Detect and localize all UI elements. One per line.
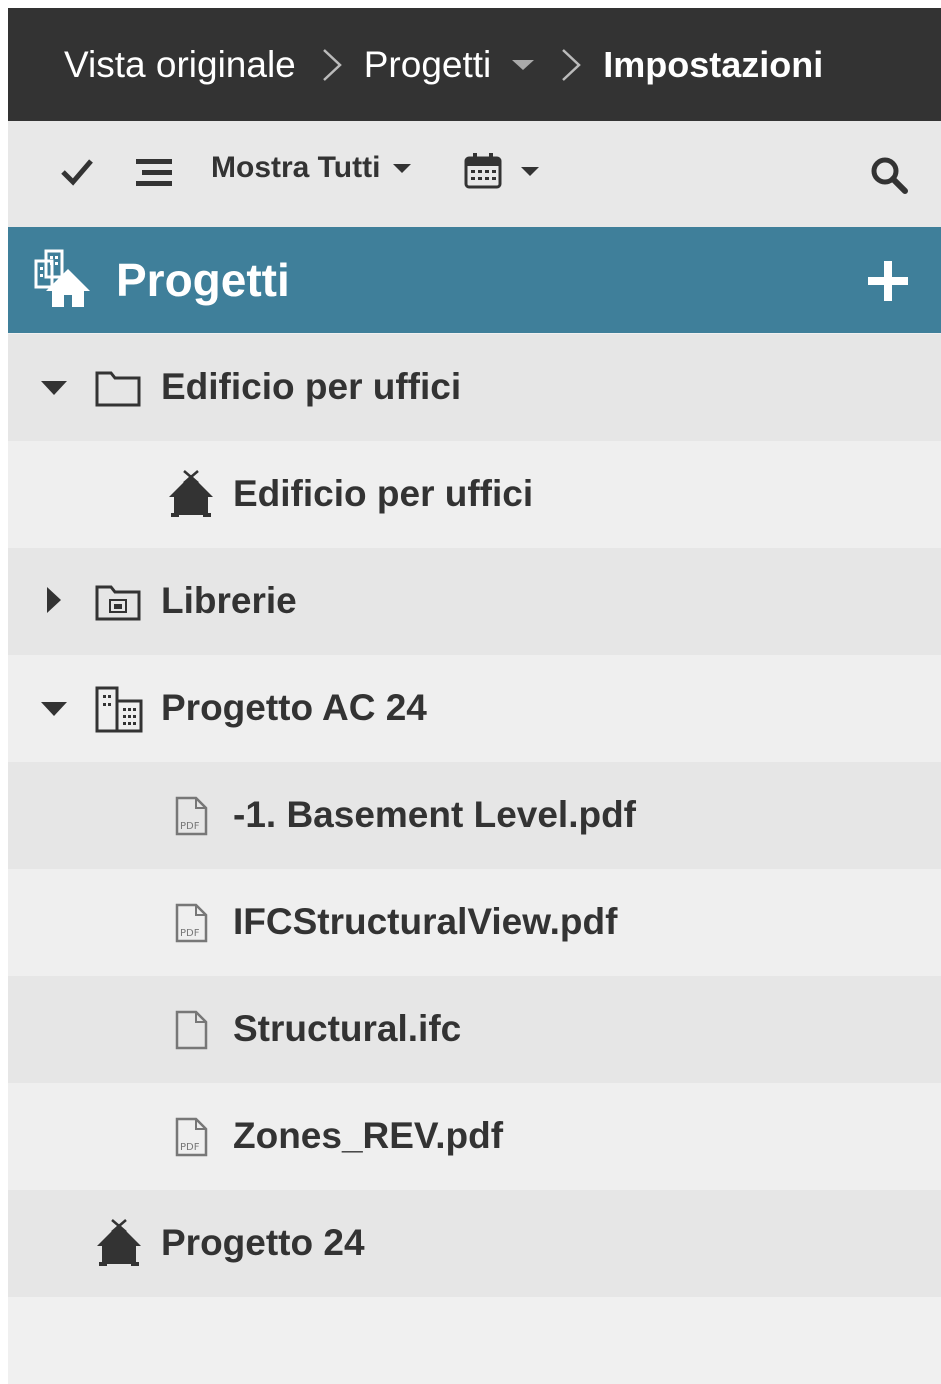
caret-right-icon[interactable] <box>46 586 62 619</box>
calendar-icon <box>464 153 502 189</box>
filter-dropdown[interactable]: Mostra Tutti <box>211 151 412 185</box>
pdf-file-icon: PDF <box>174 796 210 841</box>
caret-down-icon[interactable] <box>511 58 535 72</box>
tree-item-label: -1. Basement Level.pdf <box>233 794 637 835</box>
house-icon <box>96 1218 142 1271</box>
svg-text:PDF: PDF <box>180 928 200 939</box>
tree-item-label: Progetto 24 <box>161 1222 365 1263</box>
breadcrumb-item-vista-originale[interactable]: Vista originale <box>64 44 296 86</box>
pdf-file-icon: PDF <box>174 903 210 948</box>
caret-down-icon[interactable] <box>40 701 68 722</box>
tree-item-edificio-folder[interactable]: Edificio per uffici <box>8 334 941 441</box>
file-icon <box>174 1010 210 1055</box>
pdf-file-icon: PDF <box>174 1117 210 1162</box>
tree-item-file[interactable]: PDF Zones_REV.pdf <box>8 1083 941 1190</box>
list-icon[interactable] <box>136 158 172 188</box>
caret-down-icon[interactable] <box>40 380 68 401</box>
plus-icon[interactable] <box>866 259 910 308</box>
tree-item-librerie[interactable]: Librerie <box>8 548 941 655</box>
chevron-right-icon <box>557 44 585 86</box>
tree-item-label: Progetto AC 24 <box>161 687 427 728</box>
caret-down-icon <box>393 164 412 173</box>
folder-icon <box>94 368 142 413</box>
chevron-right-icon <box>318 44 346 86</box>
breadcrumb-item-progetti[interactable]: Progetti <box>364 44 492 86</box>
building-icon <box>94 685 144 738</box>
caret-down-icon <box>521 167 539 176</box>
filter-dropdown-label: Mostra Tutti <box>211 151 381 184</box>
tree-item-file[interactable]: PDF -1. Basement Level.pdf <box>8 762 941 869</box>
app-frame: Vista originale Progetti Impostazioni Mo… <box>8 8 941 1384</box>
toolbar: Mostra Tutti <box>8 121 941 227</box>
house-icon <box>168 469 214 522</box>
tree-item-progetto-24[interactable]: Progetto 24 <box>8 1190 941 1297</box>
projects-icon <box>30 247 94 316</box>
panel-title: Progetti <box>116 254 290 306</box>
tree-item-label: Edificio per uffici <box>161 366 462 407</box>
tree-item-file[interactable]: PDF IFCStructuralView.pdf <box>8 869 941 976</box>
date-filter-dropdown[interactable] <box>464 153 540 189</box>
tree-item-label: Zones_REV.pdf <box>233 1115 504 1156</box>
tree-item-label: Edificio per uffici <box>233 473 534 514</box>
library-folder-icon <box>94 582 142 627</box>
breadcrumb-item-impostazioni: Impostazioni <box>603 43 824 85</box>
tree-item-file[interactable]: Structural.ifc <box>8 976 941 1083</box>
tree-item-edificio-project[interactable]: Edificio per uffici <box>8 441 941 548</box>
search-icon[interactable] <box>870 156 908 194</box>
svg-text:PDF: PDF <box>180 821 200 832</box>
tree-item-label: Librerie <box>161 580 297 621</box>
tree-item-label: IFCStructuralView.pdf <box>233 901 618 942</box>
checkmark-icon[interactable] <box>60 157 94 187</box>
tree-item-progetto-ac-24[interactable]: Progetto AC 24 <box>8 655 941 762</box>
tree-item-label: Structural.ifc <box>233 1008 462 1049</box>
breadcrumb: Vista originale Progetti Impostazioni <box>8 8 941 121</box>
projects-panel-header: Progetti <box>8 227 941 333</box>
svg-text:PDF: PDF <box>180 1142 200 1153</box>
